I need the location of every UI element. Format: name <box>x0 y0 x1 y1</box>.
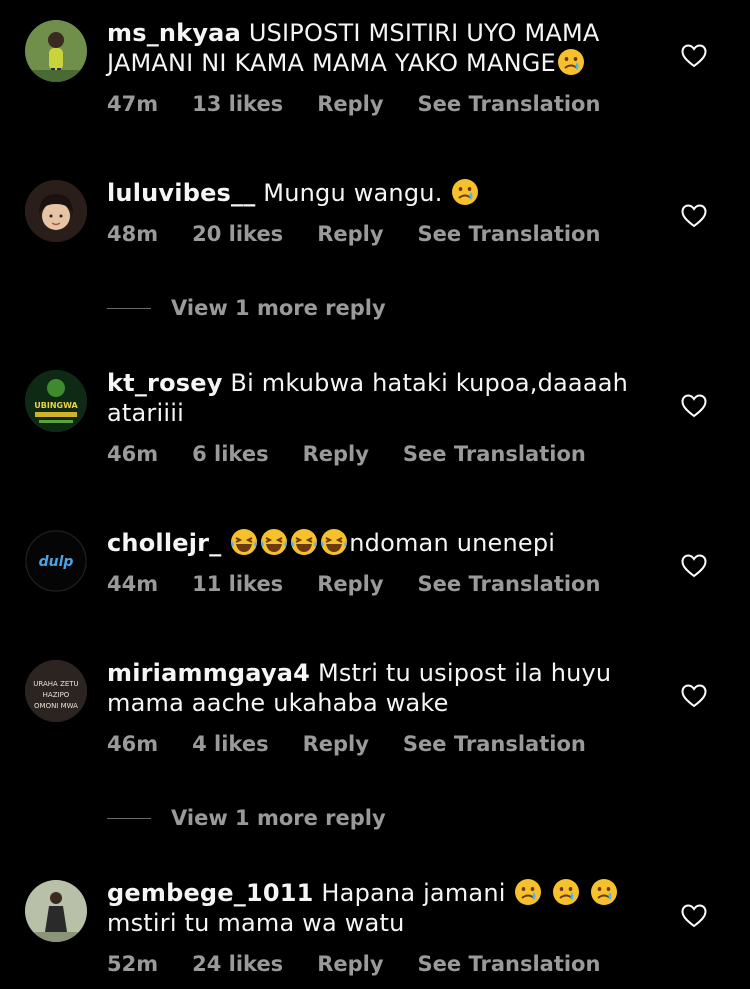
avatar-text-line-2: HAZIPO <box>43 691 70 699</box>
comment-meta: 46m 6 likes Reply See Translation <box>107 442 647 470</box>
comment-content: ndoman unenepi <box>349 529 556 557</box>
avatar-text: dulp <box>39 554 74 570</box>
comment-time: 48m <box>107 222 159 246</box>
comment-meta: 44m 11 likes Reply See Translation <box>107 572 647 600</box>
see-translation-button[interactable]: See Translation <box>403 732 586 760</box>
comment-meta: 47m 13 likes Reply See Translation <box>107 92 647 120</box>
likes-count[interactable]: 11 likes <box>192 572 283 600</box>
crying-face-icon <box>552 878 580 906</box>
comment-username[interactable]: luluvibes__ <box>107 179 255 207</box>
comment-username[interactable]: ms_nkyaa <box>107 19 241 47</box>
crying-face-icon <box>557 48 585 76</box>
comment-time: 47m <box>107 92 159 116</box>
like-heart-icon[interactable] <box>681 684 707 708</box>
likes-count[interactable]: 24 likes <box>192 952 283 980</box>
reply-button[interactable]: Reply <box>317 222 383 250</box>
like-heart-icon[interactable] <box>681 204 707 228</box>
laughing-face-icon <box>230 528 258 556</box>
see-translation-button[interactable]: See Translation <box>418 222 601 250</box>
reply-button[interactable]: Reply <box>317 952 383 980</box>
comment-username[interactable]: chollejr_ <box>107 529 221 557</box>
comment-time: 44m <box>107 572 159 596</box>
crying-face-icon <box>451 178 479 206</box>
avatar[interactable] <box>25 180 87 242</box>
comment-meta: 52m 24 likes Reply See Translation <box>107 952 647 980</box>
see-translation-button[interactable]: See Translation <box>418 92 601 120</box>
comment-time: 46m <box>107 442 159 466</box>
comment-text: chollejr_ ndoman unenepi <box>107 528 647 558</box>
comment-text: kt_rosey Bi mkubwa hataki kupoa,daaaah a… <box>107 368 647 428</box>
avatar-text-line-1: URAHA ZETU <box>33 680 78 688</box>
avatar-text-line-3: OMONI MWA <box>34 702 78 710</box>
reply-button[interactable]: Reply <box>303 442 369 470</box>
like-heart-icon[interactable] <box>681 904 707 928</box>
avatar[interactable]: dulp <box>25 530 87 592</box>
reply-button[interactable]: Reply <box>317 572 383 600</box>
crying-face-icon <box>514 878 542 906</box>
comment-username[interactable]: gembege_1011 <box>107 879 314 907</box>
like-heart-icon[interactable] <box>681 394 707 418</box>
comment-text: ms_nkyaa USIPOSTI MSITIRI UYO MAMA JAMAN… <box>107 18 647 78</box>
thread-line <box>107 817 151 819</box>
comment-text: gembege_1011 Hapana jamani mstiri tu mam… <box>107 878 647 938</box>
comment-content: Mungu wangu. <box>263 179 443 207</box>
laughing-face-icon <box>320 528 348 556</box>
comment-meta: 46m 4 likes Reply See Translation <box>107 732 647 760</box>
laughing-face-icon <box>290 528 318 556</box>
comment-text: luluvibes__ Mungu wangu. <box>107 178 647 208</box>
view-more-replies-button[interactable]: View 1 more reply <box>107 296 386 320</box>
likes-count[interactable]: 13 likes <box>192 92 283 120</box>
comment-content-continued: mstiri tu mama wa watu <box>107 909 405 937</box>
reply-button[interactable]: Reply <box>317 92 383 120</box>
comment-meta: 48m 20 likes Reply See Translation <box>107 222 647 250</box>
view-more-label: View 1 more reply <box>171 296 386 320</box>
laughing-face-icon <box>260 528 288 556</box>
see-translation-button[interactable]: See Translation <box>403 442 586 470</box>
comment-username[interactable]: miriammgaya4 <box>107 659 310 687</box>
avatar[interactable] <box>25 880 87 942</box>
likes-count[interactable]: 6 likes <box>192 442 268 470</box>
likes-count[interactable]: 4 likes <box>192 732 268 760</box>
comment-content: Hapana jamani <box>321 879 506 907</box>
avatar[interactable]: UBINGWA <box>25 370 87 432</box>
comment-time: 52m <box>107 952 159 976</box>
thread-line <box>107 307 151 309</box>
comment-username[interactable]: kt_rosey <box>107 369 223 397</box>
reply-button[interactable]: Reply <box>303 732 369 760</box>
view-more-replies-button[interactable]: View 1 more reply <box>107 806 386 830</box>
like-heart-icon[interactable] <box>681 554 707 578</box>
comment-time: 46m <box>107 732 159 756</box>
comment-text: miriammgaya4 Mstri tu usipost ila huyu m… <box>107 658 647 718</box>
see-translation-button[interactable]: See Translation <box>418 952 601 980</box>
avatar-text: UBINGWA <box>34 401 78 410</box>
like-heart-icon[interactable] <box>681 44 707 68</box>
avatar[interactable]: URAHA ZETU HAZIPO OMONI MWA <box>25 660 87 722</box>
likes-count[interactable]: 20 likes <box>192 222 283 250</box>
see-translation-button[interactable]: See Translation <box>418 572 601 600</box>
avatar[interactable] <box>25 20 87 82</box>
view-more-label: View 1 more reply <box>171 806 386 830</box>
crying-face-icon <box>590 878 618 906</box>
